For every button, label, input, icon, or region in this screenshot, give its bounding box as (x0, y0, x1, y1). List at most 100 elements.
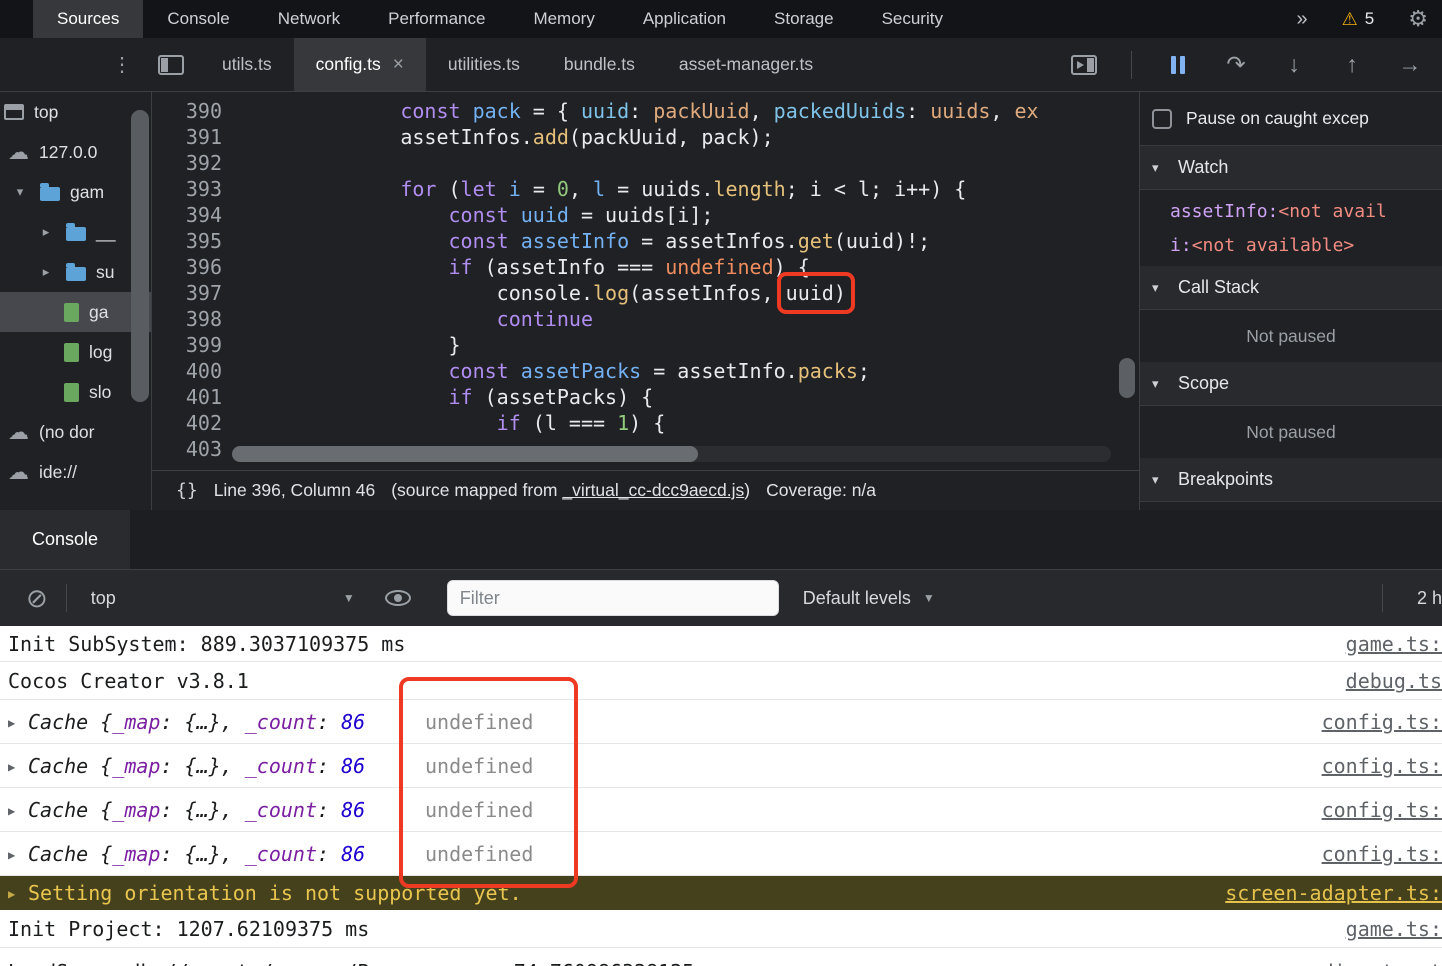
breakpoints-section-header[interactable]: ▾ Breakpoints (1140, 458, 1442, 502)
tree-item-su[interactable]: ▸ su (0, 252, 151, 292)
top-tab-memory[interactable]: Memory (509, 0, 618, 38)
drawer-tab-bar: Console (0, 510, 1442, 570)
file-tab-asset-manager-ts[interactable]: asset-manager.ts (657, 38, 835, 91)
line-number[interactable]: 392 (152, 150, 232, 176)
tree-item-label: slo (89, 381, 112, 402)
file-tab-bundle-ts[interactable]: bundle.ts (542, 38, 657, 91)
javascript-context-select[interactable]: top ▼ (85, 588, 355, 609)
top-tab-storage[interactable]: Storage (750, 0, 858, 38)
top-tab-security[interactable]: Security (858, 0, 967, 38)
pause-button[interactable] (1166, 55, 1190, 74)
source-link[interactable]: config.ts: (1322, 754, 1442, 778)
undefined-value: undefined (425, 753, 534, 778)
expand-arrow-icon[interactable]: ▶ (8, 802, 28, 818)
step-over-button[interactable]: ↷ (1224, 51, 1248, 78)
code-token: const (400, 99, 473, 123)
log-levels-select[interactable]: Default levels ▼ (803, 588, 935, 609)
line-number[interactable]: 403 (152, 436, 232, 462)
expand-arrow-icon[interactable]: ▶ (8, 846, 28, 862)
source-link[interactable]: screen-adapter.ts: (1225, 881, 1442, 905)
separator (1381, 584, 1383, 612)
line-number[interactable]: 399 (152, 332, 232, 358)
watch-expression[interactable]: i: <not available> (1140, 228, 1442, 262)
more-options-kebab-icon[interactable]: ⋮ (112, 52, 132, 77)
expand-arrow-icon[interactable]: ▶ (8, 714, 28, 730)
line-number[interactable]: 402 (152, 410, 232, 436)
hidden-messages-count[interactable]: 2 h (1401, 588, 1442, 609)
source-mapped-link[interactable]: _virtual_cc-dcc9aecd.js (562, 480, 744, 500)
console-message-text: Init Project: 1207.62109375 ms (8, 917, 369, 941)
clear-console-icon[interactable]: ⊘ (26, 585, 48, 611)
code-editor[interactable]: 390 391 392 393 394 395 396 397 398 399 400 401 402 4… (152, 92, 1139, 470)
line-number[interactable]: 400 (152, 358, 232, 384)
file-tab-utils-ts[interactable]: utils.ts (200, 38, 294, 91)
tree-item-top[interactable]: top (0, 92, 151, 132)
close-tab-icon[interactable]: × (393, 54, 404, 76)
disclosure-icon[interactable]: ▾ (10, 184, 30, 200)
line-number[interactable]: 395 (152, 228, 232, 254)
more-tabs-chevron-icon[interactable]: » (1297, 8, 1308, 31)
undefined-value: undefined (425, 797, 534, 822)
tree-item-slo[interactable]: slo (0, 372, 151, 412)
watch-expression[interactable]: assetInfo: <not avail (1140, 194, 1442, 228)
console-row: ▶ Cache {_map: {…}, _count: 86 undefined co… (0, 700, 1442, 744)
editor-hscrollbar-thumb[interactable] (232, 446, 698, 462)
warning-icon: ⚠ (1341, 8, 1358, 29)
step-into-button[interactable]: ↓ (1282, 51, 1306, 78)
line-number[interactable]: 390 (152, 98, 232, 124)
line-number[interactable]: 391 (152, 124, 232, 150)
issues-badge[interactable]: ⚠ 5 (1342, 9, 1375, 30)
pretty-print-button[interactable]: {} (176, 480, 198, 501)
top-tab-application[interactable]: Application (619, 0, 750, 38)
code-line: continue (304, 306, 1115, 332)
watch-section-header[interactable]: ▾ Watch (1140, 146, 1442, 190)
toggle-navigator-icon[interactable] (158, 54, 184, 75)
message-part: 86 (341, 841, 366, 866)
message-part: _count (244, 753, 318, 778)
tree-item-__[interactable]: ▸ __ (0, 212, 151, 252)
top-tab-performance[interactable]: Performance (364, 0, 509, 38)
scope-section-header[interactable]: ▾ Scope (1140, 362, 1442, 406)
top-tab-console[interactable]: Console (143, 0, 253, 38)
tree-item-12700[interactable]: ☁ 127.0.0 (0, 132, 151, 172)
top-tab-sources[interactable]: Sources (33, 0, 144, 38)
source-link[interactable]: config.ts: (1322, 798, 1442, 822)
line-number[interactable]: 398 (152, 306, 232, 332)
line-number[interactable]: 394 (152, 202, 232, 228)
source-link[interactable]: config.ts: (1322, 710, 1442, 734)
tab-console[interactable]: Console (0, 510, 131, 569)
line-number[interactable]: 401 (152, 384, 232, 410)
source-link[interactable]: config.ts: (1322, 842, 1442, 866)
settings-gear-icon[interactable]: ⚙ (1408, 6, 1428, 32)
line-number[interactable]: 393 (152, 176, 232, 202)
tree-item-nodor[interactable]: ☁ (no dor (0, 412, 151, 452)
tree-item-gam[interactable]: ▾ gam (0, 172, 151, 212)
source-link[interactable]: debug.ts (1346, 669, 1442, 693)
source-link[interactable]: game.ts: (1346, 632, 1442, 656)
pause-on-caught-checkbox[interactable] (1152, 108, 1172, 129)
line-number[interactable]: 397 (152, 280, 232, 306)
disclosure-icon[interactable]: ▸ (36, 264, 56, 280)
top-tab-network[interactable]: Network (254, 0, 364, 38)
tree-item-ga[interactable]: ga (0, 292, 151, 332)
expand-arrow-icon[interactable]: ▶ (8, 885, 28, 901)
expand-arrow-icon[interactable]: ▶ (8, 758, 28, 774)
live-expression-eye-icon[interactable] (384, 590, 411, 606)
source-link[interactable]: director.t (1322, 960, 1442, 966)
disclosure-icon[interactable]: ▸ (36, 224, 56, 240)
line-number[interactable]: 396 (152, 254, 232, 280)
editor-vscrollbar-thumb[interactable] (1119, 358, 1135, 398)
step-out-button[interactable]: ↑ (1340, 51, 1364, 78)
navigator-scrollbar-thumb[interactable] (131, 110, 149, 402)
source-link[interactable]: game.ts: (1346, 917, 1442, 941)
console-filter-input[interactable] (446, 580, 779, 616)
file-tab-config-ts[interactable]: config.ts × (293, 38, 426, 91)
toggle-debugger-panel-icon[interactable] (1071, 54, 1097, 75)
step-button[interactable]: → (1398, 51, 1422, 78)
tree-item-ide[interactable]: ☁ ide:// (0, 452, 151, 492)
tree-item-log[interactable]: log (0, 332, 151, 372)
call-stack-section-header[interactable]: ▾ Call Stack (1140, 266, 1442, 310)
editor-hscrollbar[interactable] (232, 446, 1111, 462)
file-tab-utilities-ts[interactable]: utilities.ts (426, 38, 542, 91)
